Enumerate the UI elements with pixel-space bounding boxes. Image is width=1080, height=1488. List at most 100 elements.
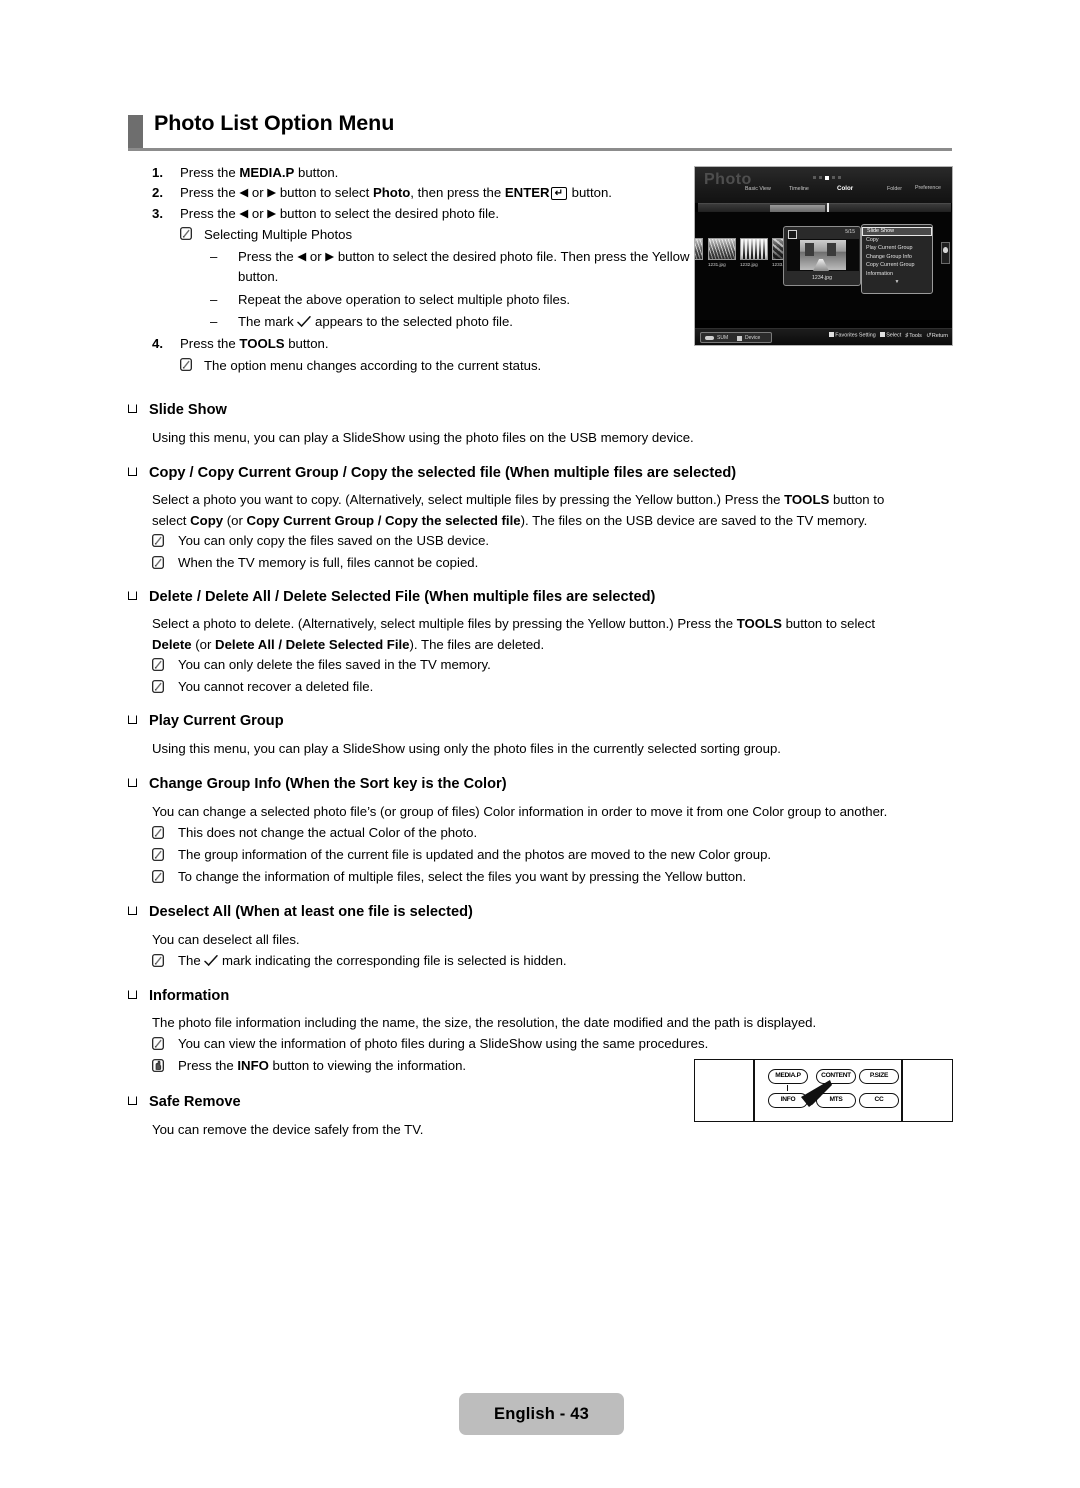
section-heading-delete: Delete / Delete All / Delete Selected Fi… [128,589,655,605]
tv-option-information[interactable]: Information [862,270,932,279]
section-heading-play-current-group: Play Current Group [128,713,284,729]
note-icon [152,869,164,883]
square-icon [879,332,885,338]
section-heading-text: Change Group Info (When the Sort key is … [149,776,507,792]
step-number: 4. [152,336,163,352]
tv-nav-basic-view[interactable]: Basic View [745,186,771,192]
tv-hint-return[interactable]: ↺Return [926,332,948,339]
arrow-glyph: ▶ [325,251,335,264]
step-3-note: Selecting Multiple Photos [152,225,692,245]
section-heading-information: Information [128,988,229,1004]
arrow-glyph: ◀ [239,187,249,200]
tv-option-copy-current-group[interactable]: Copy Current Group [862,261,932,270]
pointing-hand-icon [801,1080,832,1107]
tv-photo-filename: 1234.jpg [812,275,832,281]
step-4: 4. Press the TOOLS button. [152,334,692,354]
checkmark-icon [297,316,312,328]
tv-nav-preference[interactable]: Preference [915,185,941,191]
tv-option-change-group-info[interactable]: Change Group Info [862,253,932,262]
section-note-copy: When the TV memory is full, files cannot… [152,553,978,574]
section-bullet-icon [128,906,137,915]
tv-hint-tools[interactable]: ♯Tools [905,333,922,339]
section-heading-text: Slide Show [149,402,227,418]
step-3-sub-item: – Press the ◀ or ▶ button to select the d… [210,249,690,285]
section-body-delete: Select a photo to delete. (Alternatively… [152,616,876,631]
tv-nav-folder[interactable]: Folder [887,186,902,192]
section-bullet-icon [128,591,137,600]
remote-button-p-size[interactable]: P.SIZE [859,1069,899,1084]
tv-thumbnail[interactable] [740,238,768,260]
tv-hint-select[interactable]: Select [879,332,901,339]
page-header: Photo List Option Menu [128,111,952,153]
tv-select-checkbox[interactable] [788,230,797,239]
section-heading-safe-remove: Safe Remove [128,1094,241,1110]
tv-option-slide-show[interactable]: Slide Show [862,227,932,236]
tv-status-bar: SUM Device Favorites Setting Select ♯Too… [695,328,952,345]
tv-thumbnail-label: 1232.jpg [740,262,758,267]
tv-thumbnail[interactable] [708,238,736,260]
tv-photo-counter: 5/15 [845,229,855,235]
usb-icon [705,336,714,340]
section-heading-text: Play Current Group [149,713,284,729]
section-heading-copy: Copy / Copy Current Group / Copy the sel… [128,465,736,481]
section-body-delete: Delete (or Delete All / Delete Selected … [152,636,545,652]
tv-selected-photo-card[interactable]: 5/15 1234.jpg [783,226,861,286]
note-icon [152,1037,164,1050]
section-note-delete: You can only delete the files saved in t… [152,655,978,676]
section-bullet-icon [128,404,137,413]
note-icon [152,826,164,839]
tv-option-play-current-group[interactable]: Play Current Group [862,244,932,253]
tv-side-button[interactable] [941,242,950,264]
tv-thumbnail-label: 1231.jpg [708,262,726,267]
remote-divider-right [901,1060,903,1121]
press-hand-icon [152,1058,164,1072]
remote-control-diagram: MEDIA.P CONTENT P.SIZE INFO MTS CC [694,1059,953,1122]
step-3-sub-item: – The mark appears to the selected photo … [152,312,692,332]
tv-hint-favorites[interactable]: Favorites Setting [828,332,876,339]
note-icon [180,358,192,372]
step-3-sub-item: – Repeat the above operation to select mu… [152,290,692,310]
tv-nav-color[interactable]: Color [837,185,853,192]
chevron-down-icon[interactable]: ▼ [862,279,932,286]
section-body-deselect-all: You can deselect all files. [152,932,300,947]
section-heading-text: Information [149,988,230,1004]
section-bullet-icon [128,715,137,724]
dash-bullet: – [210,291,218,307]
header-accent-bar [128,115,143,148]
square-icon [828,332,834,338]
arrow-glyph: ◀ [297,251,307,264]
tv-thumbnail-partial[interactable] [695,238,703,260]
section-heading-text: Deselect All (When at least one file is … [149,904,473,920]
tools-icon: ♯ [905,332,909,339]
section-heading-deselect-all: Deselect All (When at least one file is … [128,904,473,920]
tv-option-copy[interactable]: Copy [862,236,932,245]
step-3: 3. Press the ◀ or ▶ button to select the … [152,204,692,224]
tv-dot [838,176,841,179]
remote-button-cc[interactable]: CC [859,1093,899,1108]
arrow-glyph: ◀ [239,207,249,220]
step-number: 3. [152,205,163,221]
section-bullet-icon [128,467,137,476]
tv-source-box[interactable]: SUM Device [700,331,772,343]
section-heading-text: Delete / Delete All / Delete Selected Fi… [149,589,656,605]
note-icon [152,555,164,569]
section-note-change-group-info: The group information of the current fil… [152,845,978,866]
section-note-change-group-info: This does not change the actual Color of… [152,823,978,844]
device-square-icon [737,336,742,341]
step-1: 1. Press the MEDIA.P button. [152,163,692,183]
tv-top-bar: Photo Basic View Timeline Color Folder P… [695,167,952,203]
section-heading-text: Copy / Copy Current Group / Copy the sel… [149,465,737,481]
section-heading-change-group-info: Change Group Info (When the Sort key is … [128,776,507,792]
tv-option-menu[interactable]: Slide Show Copy Play Current Group Chang… [861,224,933,294]
tv-nav: Basic View Timeline Color Folder Prefere… [745,184,950,196]
tv-source-label: SUM [717,334,729,341]
note-icon [152,847,164,861]
arrow-glyph: ▶ [267,207,277,220]
remote-divider-left [753,1060,755,1121]
dash-bullet: – [210,314,218,330]
remote-pointer-tick [787,1085,789,1091]
tv-slider-knob[interactable] [770,205,825,212]
tv-nav-timeline[interactable]: Timeline [789,186,809,192]
step-number: 2. [152,185,163,201]
tv-photo-list-screenshot: Photo Basic View Timeline Color Folder P… [694,166,953,346]
